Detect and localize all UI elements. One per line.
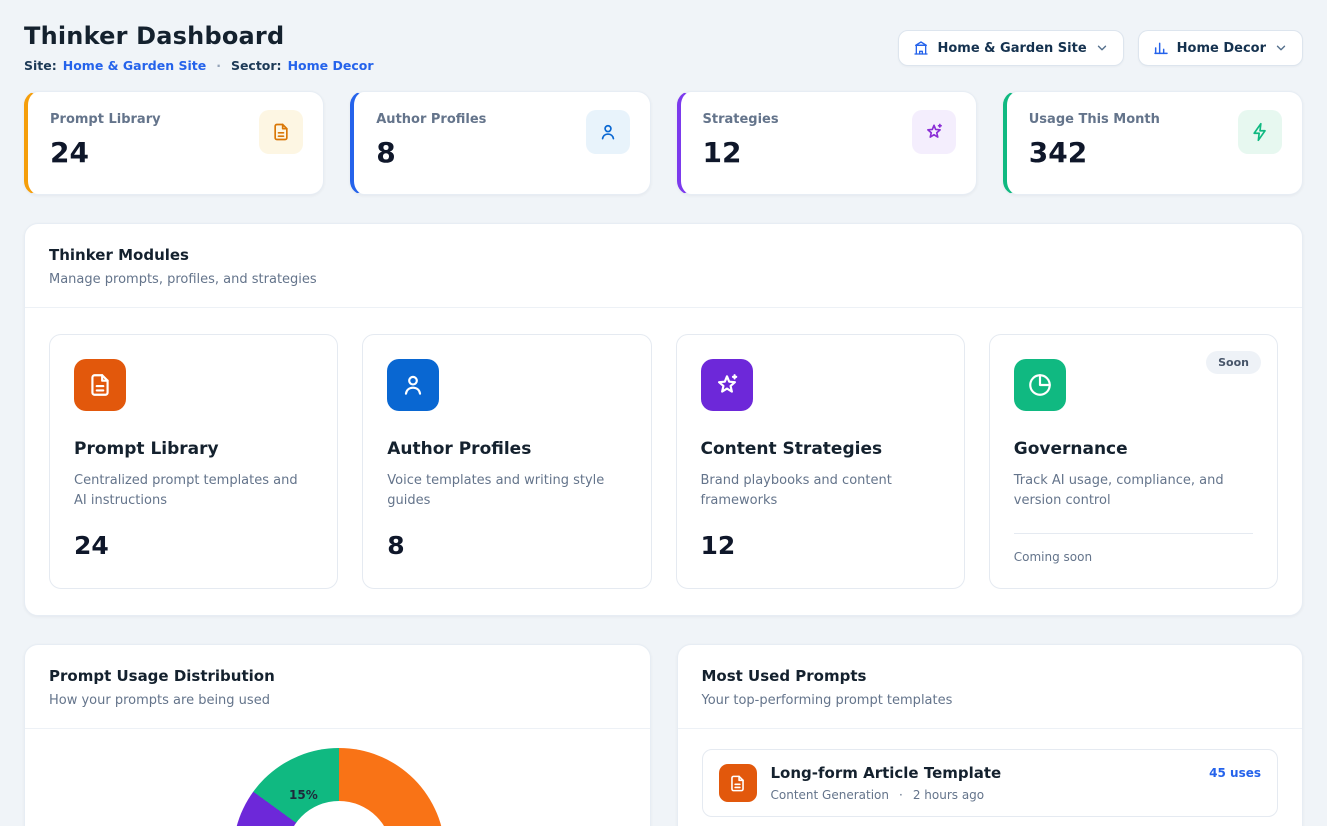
- most-used-title: Most Used Prompts: [702, 667, 1279, 685]
- modules-title: Thinker Modules: [49, 246, 1278, 264]
- usage-distribution-card: Prompt Usage Distribution How your promp…: [24, 644, 651, 826]
- module-title: Content Strategies: [701, 439, 940, 459]
- header-selectors: Home & Garden Site Home Decor: [898, 30, 1303, 66]
- most-used-subtitle: Your top-performing prompt templates: [702, 693, 1279, 708]
- prompt-list: Long-form Article Template Content Gener…: [678, 729, 1303, 826]
- prompt-item-text: Long-form Article Template Content Gener…: [771, 764, 1002, 802]
- prompt-category: Content Generation: [771, 788, 889, 802]
- title-block: Thinker Dashboard Site: Home & Garden Si…: [24, 22, 373, 73]
- site-selector-button[interactable]: Home & Garden Site: [898, 30, 1123, 66]
- module-title: Prompt Library: [74, 439, 313, 459]
- separator-dot: ·: [899, 788, 903, 802]
- thinker-modules-panel: Thinker Modules Manage prompts, profiles…: [24, 223, 1303, 616]
- prompt-title: Long-form Article Template: [771, 764, 1002, 782]
- module-description: Brand playbooks and content frameworks: [701, 471, 940, 511]
- usage-distribution-subtitle: How your prompts are being used: [49, 693, 626, 708]
- module-description: Track AI usage, compliance, and version …: [1014, 471, 1253, 511]
- module-count: 8: [387, 531, 626, 560]
- module-card-prompt-library[interactable]: Prompt Library Centralized prompt templa…: [49, 334, 338, 589]
- site-selector-label: Home & Garden Site: [937, 41, 1086, 56]
- donut-chart[interactable]: 15%: [233, 748, 445, 826]
- top-bar: Thinker Dashboard Site: Home & Garden Si…: [24, 22, 1303, 73]
- sector-selector-button[interactable]: Home Decor: [1138, 30, 1303, 66]
- prompt-list-item[interactable]: Long-form Article Template Content Gener…: [702, 749, 1279, 817]
- module-title: Governance: [1014, 439, 1253, 459]
- sparkle-star-icon: [701, 359, 753, 411]
- prompt-uses-badge: 45 uses: [1209, 764, 1261, 780]
- breadcrumb: Site: Home & Garden Site · Sector: Home …: [24, 58, 373, 73]
- module-count: 12: [701, 531, 940, 560]
- pie-chart-icon: [1014, 359, 1066, 411]
- user-icon: [387, 359, 439, 411]
- donut-hole: [286, 801, 392, 826]
- modules-grid: Prompt Library Centralized prompt templa…: [25, 308, 1302, 615]
- stat-card-strategies: Strategies 12: [677, 91, 977, 195]
- stat-card-prompt-library: Prompt Library 24: [24, 91, 324, 195]
- chevron-down-icon: [1095, 41, 1109, 55]
- bottom-row: Prompt Usage Distribution How your promp…: [24, 644, 1303, 826]
- document-icon: [259, 110, 303, 154]
- sparkle-star-icon: [912, 110, 956, 154]
- soon-badge: Soon: [1206, 351, 1261, 374]
- separator-dot: ·: [216, 58, 221, 73]
- module-card-content-strategies[interactable]: Content Strategies Brand playbooks and c…: [676, 334, 965, 589]
- building-icon: [913, 40, 929, 56]
- document-icon: [719, 764, 757, 802]
- most-used-header: Most Used Prompts Your top-performing pr…: [678, 645, 1303, 729]
- prompt-meta: Content Generation · 2 hours ago: [771, 788, 1002, 802]
- prompt-time: 2 hours ago: [913, 788, 984, 802]
- stats-row: Prompt Library 24 Author Profiles 8 Stra…: [24, 91, 1303, 195]
- donut-data-label: 15%: [289, 788, 318, 802]
- chevron-down-icon: [1274, 41, 1288, 55]
- module-title: Author Profiles: [387, 439, 626, 459]
- modules-subtitle: Manage prompts, profiles, and strategies: [49, 272, 1278, 287]
- usage-distribution-title: Prompt Usage Distribution: [49, 667, 626, 685]
- module-description: Voice templates and writing style guides: [387, 471, 626, 511]
- page-title: Thinker Dashboard: [24, 22, 373, 50]
- most-used-prompts-card: Most Used Prompts Your top-performing pr…: [677, 644, 1304, 826]
- site-label: Site:: [24, 58, 57, 73]
- modules-header: Thinker Modules Manage prompts, profiles…: [25, 224, 1302, 308]
- module-card-author-profiles[interactable]: Author Profiles Voice templates and writ…: [362, 334, 651, 589]
- dashboard-page: Thinker Dashboard Site: Home & Garden Si…: [0, 0, 1327, 826]
- stat-card-usage: Usage This Month 342: [1003, 91, 1303, 195]
- sector-link[interactable]: Home Decor: [288, 58, 374, 73]
- module-description: Centralized prompt templates and AI inst…: [74, 471, 313, 511]
- bar-chart-icon: [1153, 40, 1169, 56]
- donut-chart-area: 15%: [25, 729, 650, 826]
- sector-label: Sector:: [231, 58, 282, 73]
- stat-card-author-profiles: Author Profiles 8: [350, 91, 650, 195]
- document-icon: [74, 359, 126, 411]
- site-link[interactable]: Home & Garden Site: [63, 58, 206, 73]
- lightning-icon: [1238, 110, 1282, 154]
- sector-selector-label: Home Decor: [1177, 41, 1266, 56]
- user-icon: [586, 110, 630, 154]
- module-count: 24: [74, 531, 313, 560]
- usage-distribution-header: Prompt Usage Distribution How your promp…: [25, 645, 650, 729]
- module-card-governance[interactable]: Soon Governance Track AI usage, complian…: [989, 334, 1278, 589]
- coming-soon-text: Coming soon: [1014, 533, 1253, 564]
